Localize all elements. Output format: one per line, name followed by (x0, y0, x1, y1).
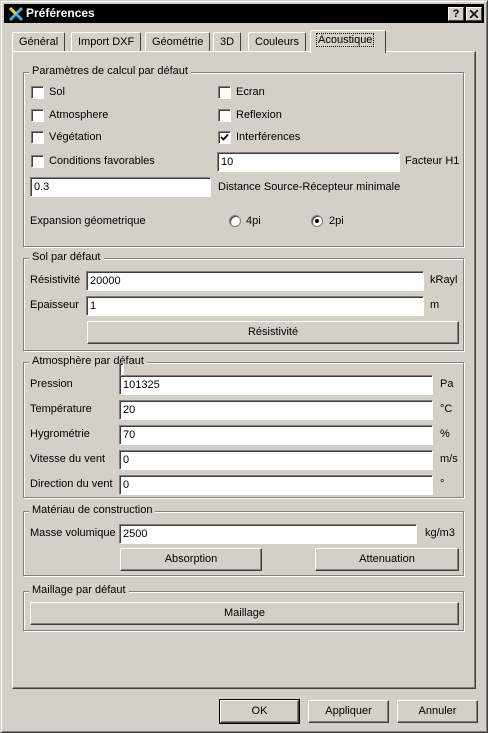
atmosphere-label: Atmosphere (49, 109, 109, 121)
vegetation-checkbox[interactable] (31, 131, 44, 144)
tab-import-dxf[interactable]: Import DXF (71, 32, 142, 52)
interferences-label: Interférences (236, 131, 301, 143)
tab-panel-acoustique: Paramètres de calcul par défaut Sol Ecra… (12, 51, 476, 689)
masse-volumique-label: Masse volumique (30, 527, 116, 539)
cancel-button[interactable]: Annuler (397, 700, 478, 723)
vegetation-label: Végétation (49, 131, 102, 143)
hygrometrie-input[interactable]: 70 (119, 425, 433, 445)
direction-vent-unit: ° (440, 478, 445, 490)
masse-volumique-unit: kg/m3 (425, 527, 455, 539)
conditions-favorables-checkbox[interactable] (31, 155, 44, 168)
reflexion-checkbox[interactable] (218, 109, 231, 122)
maillage-group: Maillage par défaut Maillage (23, 584, 464, 631)
preferences-dialog: Préférences ? Général Import DXF Géométr… (0, 0, 488, 733)
masse-volumique-input[interactable]: 2500 (119, 524, 417, 544)
maillage-button[interactable]: Maillage (30, 602, 459, 625)
help-button[interactable]: ? (448, 7, 464, 21)
calc-params-group: Paramètres de calcul par défaut Sol Ecra… (23, 65, 464, 247)
resistivite-input[interactable]: 20000 (86, 271, 424, 291)
pression-unit: Pa (440, 378, 454, 390)
hygrometrie-unit: % (440, 428, 450, 440)
attenuation-button[interactable]: Attenuation (315, 548, 459, 571)
atmosphere-checkbox[interactable] (31, 109, 44, 122)
temperature-label: Température (30, 403, 92, 415)
app-icon (8, 6, 24, 22)
close-button[interactable] (466, 7, 482, 21)
vitesse-vent-label: Vitesse du vent (30, 453, 106, 465)
close-icon (469, 9, 479, 19)
vitesse-vent-unit: m/s (440, 453, 458, 465)
tab-acoustique[interactable]: Acoustique (310, 30, 386, 53)
conditions-favorables-label: Conditions favorables (49, 155, 155, 167)
atmosphere-defaut-group: Atmosphère par défaut Pression 101325 Pa… (23, 355, 464, 498)
pression-label: Pression (30, 378, 73, 390)
distance-min-label: Distance Source-Récepteur minimale (218, 181, 401, 193)
materiau-group: Matériau de construction Masse volumique… (23, 504, 464, 576)
facteur-h1-label: Facteur H1 (405, 155, 460, 167)
reflexion-label: Reflexion (236, 109, 282, 121)
epaisseur-unit: m (430, 299, 440, 311)
epaisseur-input[interactable]: 1 (86, 296, 424, 316)
radio-selected-dot (315, 219, 319, 223)
temperature-unit: °C (440, 403, 453, 415)
radio-2pi-label: 2pi (329, 215, 344, 227)
direction-vent-label: Direction du vent (30, 478, 113, 490)
vitesse-vent-input[interactable]: 0 (119, 450, 433, 470)
apply-button[interactable]: Appliquer (308, 700, 389, 723)
resistivite-unit: kRayl (430, 274, 458, 286)
radio-4pi-label: 4pi (246, 215, 261, 227)
epaisseur-label: Epaisseur (30, 299, 79, 311)
tab-3d[interactable]: 3D (213, 32, 242, 52)
title-bar[interactable]: Préférences ? (4, 4, 484, 23)
hygrometrie-label: Hygrométrie (30, 428, 90, 440)
direction-vent-input[interactable]: 0 (119, 475, 433, 495)
resistivite-button[interactable]: Résistivité (87, 321, 459, 344)
radio-2pi[interactable] (311, 215, 323, 227)
ecran-checkbox[interactable] (218, 86, 231, 99)
atmosphere-defaut-title: Atmosphère par défaut (29, 355, 147, 367)
distance-min-input[interactable]: 0.3 (30, 177, 211, 197)
tab-general[interactable]: Général (12, 32, 66, 52)
tab-couleurs[interactable]: Couleurs (248, 32, 307, 52)
radio-4pi[interactable] (229, 215, 241, 227)
sol-defaut-title: Sol par défaut (29, 251, 104, 263)
facteur-h1-input[interactable]: 10 (217, 152, 400, 172)
window-title: Préférences (26, 6, 95, 20)
absorption-button[interactable]: Absorption (120, 548, 262, 571)
maillage-title: Maillage par défaut (29, 584, 129, 596)
sol-label: Sol (49, 86, 65, 98)
ok-button[interactable]: OK (219, 699, 300, 724)
materiau-title: Matériau de construction (29, 504, 156, 516)
interferences-checkbox[interactable] (218, 131, 231, 144)
sol-checkbox[interactable] (31, 86, 44, 99)
calc-params-title: Paramètres de calcul par défaut (29, 65, 191, 77)
tab-geometrie[interactable]: Géométrie (145, 32, 211, 52)
pression-input[interactable]: 101325 (119, 375, 433, 395)
expansion-label: Expansion géometrique (30, 215, 146, 227)
sol-defaut-group: Sol par défaut Résistivité 20000 kRayl E… (23, 251, 464, 351)
resistivite-label: Résistivité (30, 274, 81, 286)
temperature-input[interactable]: 20 (119, 400, 433, 420)
checkmark-icon (220, 133, 229, 141)
ecran-label: Ecran (236, 86, 265, 98)
